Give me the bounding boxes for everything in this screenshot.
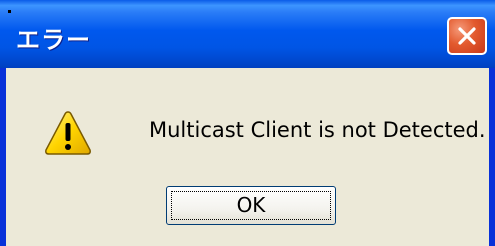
error-message: Multicast Client is not Detected.: [149, 118, 486, 142]
error-dialog-window: エラー Multicast Client is not Detected. OK: [0, 0, 495, 246]
window-title: エラー: [16, 26, 91, 54]
dialog-body: Multicast Client is not Detected. OK: [6, 68, 489, 246]
warning-icon: [45, 111, 91, 155]
close-button[interactable]: [447, 17, 487, 55]
ok-button[interactable]: OK: [166, 186, 336, 225]
title-bar[interactable]: エラー: [0, 0, 495, 68]
close-icon: [458, 27, 476, 45]
ok-button-label: OK: [236, 193, 266, 217]
title-bar-dot: [8, 10, 11, 13]
